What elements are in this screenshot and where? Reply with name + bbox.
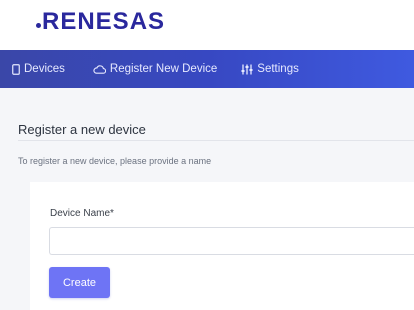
sliders-icon bbox=[241, 64, 253, 75]
nav-item-label: Settings bbox=[257, 63, 299, 75]
logo-text: RENESAS bbox=[42, 8, 166, 35]
title-divider bbox=[18, 140, 414, 141]
device-icon bbox=[12, 63, 20, 75]
device-name-input[interactable] bbox=[49, 227, 414, 255]
create-button[interactable]: Create bbox=[49, 267, 110, 298]
top-nav: Devices Register New Device Settings bbox=[0, 50, 414, 88]
header-logo-bar: RENESAS bbox=[0, 0, 414, 50]
nav-item-label: Devices bbox=[24, 63, 65, 75]
renesas-logo: RENESAS bbox=[36, 8, 165, 36]
page-title: Register a new device bbox=[18, 121, 146, 137]
nav-item-label: Register New Device bbox=[109, 63, 218, 75]
cloud-icon bbox=[93, 64, 106, 74]
logo-dot bbox=[36, 23, 41, 29]
nav-item-settings[interactable]: Settings bbox=[241, 50, 299, 88]
device-name-label: Device Name* bbox=[50, 208, 114, 219]
page-subtitle: To register a new device, please provide… bbox=[18, 156, 212, 166]
nav-item-register-new-device[interactable]: Register New Device bbox=[93, 50, 217, 88]
nav-item-devices[interactable]: Devices bbox=[12, 50, 65, 88]
